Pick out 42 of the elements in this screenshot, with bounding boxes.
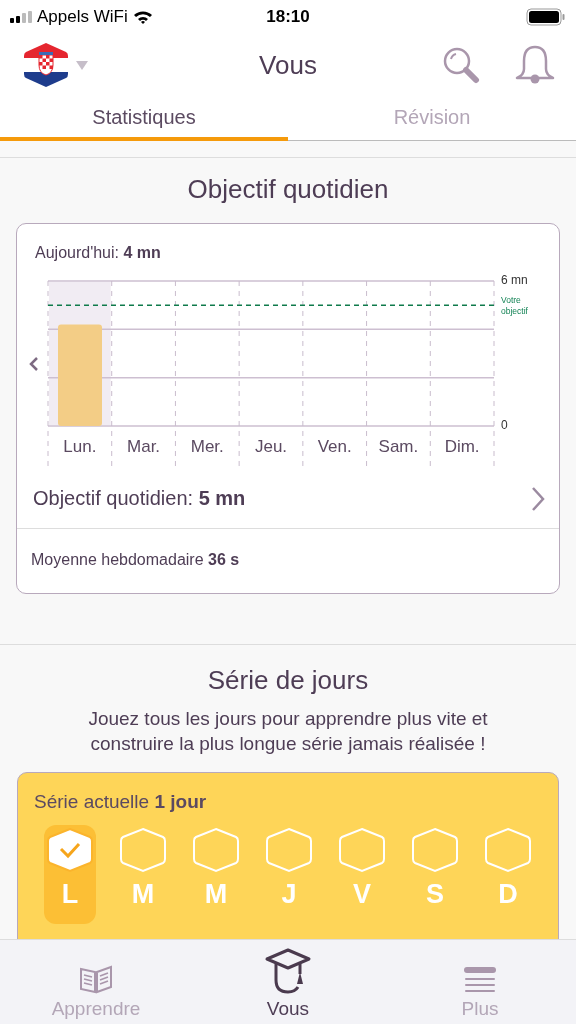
- day-letter: D: [498, 878, 518, 910]
- notification-bell-icon[interactable]: [514, 45, 556, 85]
- section-title: Objectif quotidien: [187, 173, 389, 205]
- axis-tick-label: 6 mn: [501, 272, 528, 287]
- current-streak: Série actuelle 1 jour: [34, 790, 208, 813]
- axis-tick-label: 0: [501, 417, 508, 432]
- caret-icon: [76, 60, 88, 70]
- menu-icon: [463, 966, 497, 994]
- day-letter: V: [353, 878, 371, 910]
- language-selector[interactable]: [24, 42, 88, 88]
- today-time: Aujourd'hui: 4 mn: [34, 242, 162, 262]
- search-icon[interactable]: [442, 46, 480, 84]
- croatian-flag-icon: [24, 42, 68, 88]
- previous-week-icon[interactable]: [29, 356, 38, 371]
- day-letter: J: [281, 878, 297, 910]
- streak-description: Jouez tous les jours pour apprendre plus vite et construire la plus longue série jamais réalisée !: [87, 706, 489, 756]
- day-label: Mar.: [127, 436, 161, 456]
- nav-tab[interactable]: Vous: [192, 940, 384, 1024]
- page-title: Vous: [259, 49, 317, 81]
- carrier-name: Appels WiFi: [37, 7, 128, 27]
- graduation-cap-icon: [265, 948, 311, 994]
- tab[interactable]: Statistiques: [0, 96, 288, 141]
- weekly-average: Moyenne hebdomadaire 36 s: [30, 549, 241, 570]
- day-letter: M: [131, 878, 155, 910]
- day-label: Ven.: [317, 436, 352, 456]
- day-label: Mer.: [190, 436, 224, 456]
- chevron-right-icon: [531, 485, 545, 512]
- section-title: Série de jours: [207, 664, 369, 696]
- wifi-icon: [132, 10, 153, 24]
- signal-icon: [10, 11, 32, 23]
- day-letter: L: [61, 878, 79, 910]
- goal-label: Votre objectif: [501, 294, 528, 316]
- day-letter: S: [426, 878, 444, 910]
- day-label: Sam.: [378, 436, 419, 456]
- book-icon: [79, 964, 113, 994]
- day-label: Dim.: [444, 436, 480, 456]
- clock-time: 18:10: [266, 7, 310, 27]
- day-letter: M: [204, 878, 228, 910]
- battery-icon: [526, 8, 566, 26]
- day-label: Lun.: [63, 436, 97, 456]
- daily-goal-row[interactable]: Objectif quotidien: 5 mn: [17, 471, 559, 529]
- day-label: Jeu.: [254, 436, 288, 456]
